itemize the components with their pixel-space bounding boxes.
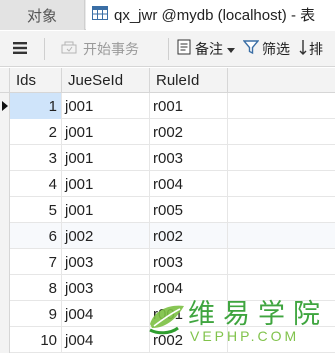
memo-icon <box>177 39 191 58</box>
column-header-ruleid[interactable]: RuleId <box>150 68 228 93</box>
row-marker <box>0 119 10 145</box>
table-row[interactable]: 10 j004 r002 <box>0 327 335 353</box>
cell-jueseid[interactable]: j001 <box>62 197 150 223</box>
table-row[interactable]: 8 j003 r004 <box>0 275 335 301</box>
row-marker <box>0 93 10 119</box>
hamburger-menu-icon <box>13 41 27 57</box>
menu-button[interactable] <box>0 31 40 67</box>
cell-ruleid[interactable]: r002 <box>150 327 228 353</box>
begin-transaction-button[interactable]: 开始事务 <box>49 31 164 67</box>
cell-ids[interactable]: 8 <box>10 275 62 301</box>
sort-icon <box>299 39 307 58</box>
filter-button[interactable]: 筛选 <box>242 31 299 67</box>
cell-ids[interactable]: 1 <box>10 93 62 119</box>
row-marker <box>0 275 10 301</box>
column-header-jueseid[interactable]: JueSeId <box>62 68 150 93</box>
grid-header: Ids JueSeId RuleId <box>0 68 335 93</box>
cell-ruleid[interactable]: r004 <box>150 171 228 197</box>
cell-ids[interactable]: 10 <box>10 327 62 353</box>
table-row[interactable]: 2 j001 r002 <box>0 119 335 145</box>
toolbar: 开始事务 备注 筛选 排 <box>0 31 335 67</box>
table-row[interactable]: 7 j003 r003 <box>0 249 335 275</box>
row-marker <box>0 249 10 275</box>
sort-label: 排 <box>309 40 323 57</box>
table-row[interactable]: 3 j001 r003 <box>0 145 335 171</box>
column-header-ids[interactable]: Ids <box>10 68 62 93</box>
row-marker <box>0 145 10 171</box>
grid-header-filler <box>228 68 335 93</box>
cell-ruleid[interactable]: r005 <box>150 197 228 223</box>
tab-objects-label: 对象 <box>26 7 57 25</box>
tab-bar: 对象 qx_jwr @mydb (localhost) - 表 <box>0 0 335 30</box>
data-grid: Ids JueSeId RuleId 1 j001 r001 2 j001 r0… <box>0 68 335 355</box>
row-marker <box>0 171 10 197</box>
sort-button[interactable]: 排 <box>299 31 329 67</box>
cell-jueseid[interactable]: j003 <box>62 275 150 301</box>
cell-ruleid[interactable]: r001 <box>150 93 228 119</box>
table-row[interactable]: 6 j002 r002 <box>0 223 335 249</box>
cell-jueseid[interactable]: j001 <box>62 93 150 119</box>
cell-ids[interactable]: 4 <box>10 171 62 197</box>
tab-objects[interactable]: 对象 <box>0 0 85 30</box>
cell-ruleid[interactable]: r003 <box>150 249 228 275</box>
memo-label: 备注 <box>195 40 223 57</box>
cell-ruleid[interactable]: r001 <box>150 301 228 327</box>
begin-transaction-label: 开始事务 <box>83 40 139 57</box>
cell-ruleid[interactable]: r002 <box>150 119 228 145</box>
cell-ids[interactable]: 9 <box>10 301 62 327</box>
chevron-down-icon <box>227 41 235 57</box>
cell-ruleid[interactable]: r003 <box>150 145 228 171</box>
cell-ruleid[interactable]: r004 <box>150 275 228 301</box>
table-row[interactable]: 9 j004 r001 <box>0 301 335 327</box>
row-marker <box>0 301 10 327</box>
toolbar-divider <box>44 37 45 60</box>
cell-ids[interactable]: 6 <box>10 223 62 249</box>
cell-jueseid[interactable]: j003 <box>62 249 150 275</box>
cell-ids[interactable]: 7 <box>10 249 62 275</box>
cell-jueseid[interactable]: j001 <box>62 171 150 197</box>
row-marker <box>0 223 10 249</box>
cell-jueseid[interactable]: j004 <box>62 327 150 353</box>
row-marker-header <box>0 68 10 93</box>
cell-jueseid[interactable]: j001 <box>62 119 150 145</box>
cell-jueseid[interactable]: j001 <box>62 145 150 171</box>
table-grid-icon <box>92 5 108 24</box>
cell-ruleid[interactable]: r002 <box>150 223 228 249</box>
cell-jueseid[interactable]: j004 <box>62 301 150 327</box>
cell-ids[interactable]: 3 <box>10 145 62 171</box>
toolbar-divider <box>168 37 169 60</box>
row-marker <box>0 327 10 353</box>
filter-funnel-icon <box>242 39 260 58</box>
cell-jueseid[interactable]: j002 <box>62 223 150 249</box>
cell-ids[interactable]: 5 <box>10 197 62 223</box>
filter-label: 筛选 <box>262 40 290 57</box>
table-row[interactable]: 1 j001 r001 <box>0 93 335 119</box>
transaction-icon <box>61 40 77 57</box>
memo-button[interactable]: 备注 <box>173 31 243 67</box>
table-row[interactable]: 4 j001 r004 <box>0 171 335 197</box>
tab-table[interactable]: qx_jwr @mydb (localhost) - 表 <box>86 0 335 30</box>
tab-table-label: qx_jwr @mydb (localhost) - 表 <box>114 7 316 24</box>
current-row-arrow-icon <box>1 101 8 111</box>
cell-ids[interactable]: 2 <box>10 119 62 145</box>
row-marker <box>0 197 10 223</box>
table-row[interactable]: 5 j001 r005 <box>0 197 335 223</box>
